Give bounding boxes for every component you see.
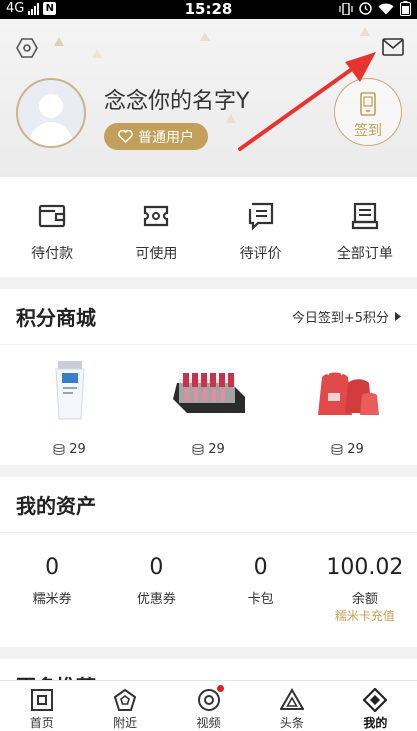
tab-label: 我的	[363, 716, 388, 730]
tab-home[interactable]: 首页	[0, 681, 83, 731]
product-card[interactable]: 29	[0, 345, 139, 465]
tab-mine[interactable]: 我的	[334, 681, 417, 731]
coins-icon	[331, 444, 343, 455]
product-points: 29	[0, 442, 139, 457]
tab-label: 头条	[279, 716, 304, 730]
red-arrow-annotation	[238, 52, 376, 151]
asset-coupon[interactable]: 0 优惠券	[104, 533, 208, 647]
order-pending-payment[interactable]: 待付款	[0, 177, 104, 277]
order-usable[interactable]: 可使用	[104, 177, 208, 277]
recharge-link[interactable]: 糯米卡充值	[313, 607, 417, 624]
signin-bonus-link[interactable]: 今日签到+5积分	[292, 307, 401, 326]
points-value: 29	[347, 442, 364, 457]
product-points: 29	[278, 442, 417, 457]
asset-label: 糯米券	[32, 592, 72, 607]
product-points: 29	[139, 442, 278, 457]
order-shortcuts: 待付款 可使用 待评价 全部订单	[0, 177, 417, 277]
my-assets-header: 我的资产	[0, 477, 417, 533]
headline-icon	[279, 688, 304, 710]
order-label: 全部订单	[336, 246, 393, 262]
alarm-icon	[359, 2, 372, 15]
notification-dot	[216, 685, 224, 692]
mine-icon	[363, 688, 388, 712]
tab-video[interactable]: 视频	[167, 681, 250, 731]
order-list-icon	[351, 202, 378, 230]
points-mall-header: 积分商城 今日签到+5积分	[0, 289, 417, 345]
vibrate-icon	[339, 2, 353, 15]
asset-nuomi-voucher[interactable]: 0 糯米券	[0, 533, 104, 647]
tab-headlines[interactable]: 头条	[250, 681, 333, 731]
order-label: 待评价	[239, 246, 282, 262]
asset-card-wallet[interactable]: 0 卡包	[209, 533, 313, 647]
asset-label: 优惠券	[136, 592, 176, 607]
asset-value: 100.02	[326, 555, 404, 580]
asset-list: 0 糯米券 0 优惠券 0 卡包 100.02 余额 糯米卡充值	[0, 533, 417, 647]
points-mall-section: 积分商城 今日签到+5积分 29 29 29	[0, 289, 417, 465]
profile-header: 念念你的名字Y 普通用户 签到	[0, 19, 417, 177]
asset-value: 0	[45, 555, 60, 580]
section-title: 积分商城	[16, 306, 96, 330]
wallet-icon	[39, 204, 66, 228]
video-icon	[197, 689, 220, 711]
coins-icon	[192, 444, 204, 455]
nearby-icon	[113, 688, 137, 711]
status-right	[339, 1, 411, 16]
asset-label: 余额	[351, 592, 378, 607]
asset-balance[interactable]: 100.02 余额 糯米卡充值	[313, 533, 417, 647]
points-value: 29	[69, 442, 86, 457]
red-bags-image	[317, 368, 379, 415]
section-title: 我的资产	[16, 494, 96, 518]
chevron-right-icon	[395, 312, 401, 321]
cleanser-tube-image	[54, 361, 85, 420]
order-all[interactable]: 全部订单	[313, 177, 417, 277]
signin-bonus-text: 今日签到+5积分	[291, 311, 389, 326]
screen: 4G N 15:28 念念你的名字Y 普通用户 签到 待付款 可使用 待评价 全…	[0, 0, 417, 731]
asset-value: 0	[149, 555, 164, 580]
tab-label: 首页	[29, 716, 54, 730]
asset-label: 卡包	[247, 592, 274, 607]
tab-nearby[interactable]: 附近	[83, 681, 166, 731]
my-assets-section: 我的资产 0 糯米券 0 优惠券 0 卡包 100.02 余额 糯米卡充值	[0, 477, 417, 647]
order-label: 可使用	[135, 246, 178, 262]
battery-icon	[400, 1, 411, 16]
ticket-icon	[144, 205, 169, 227]
comment-icon	[248, 202, 273, 231]
product-card[interactable]: 29	[278, 345, 417, 465]
asset-value: 0	[253, 555, 268, 580]
status-bar: 4G N 15:28	[0, 0, 417, 19]
tab-label: 视频	[196, 716, 221, 730]
product-card[interactable]: 29	[139, 345, 278, 465]
product-list: 29 29 29	[0, 345, 417, 465]
order-to-review[interactable]: 待评价	[209, 177, 313, 277]
tab-label: 附近	[113, 716, 138, 730]
coins-icon	[53, 444, 65, 455]
wifi-icon	[378, 3, 394, 14]
order-label: 待付款	[31, 246, 74, 262]
points-value: 29	[208, 442, 225, 457]
bottom-tab-bar: 首页 附近 视频 头条 我的	[0, 680, 417, 731]
lipstick-set-image	[172, 373, 245, 413]
home-icon	[30, 689, 53, 711]
